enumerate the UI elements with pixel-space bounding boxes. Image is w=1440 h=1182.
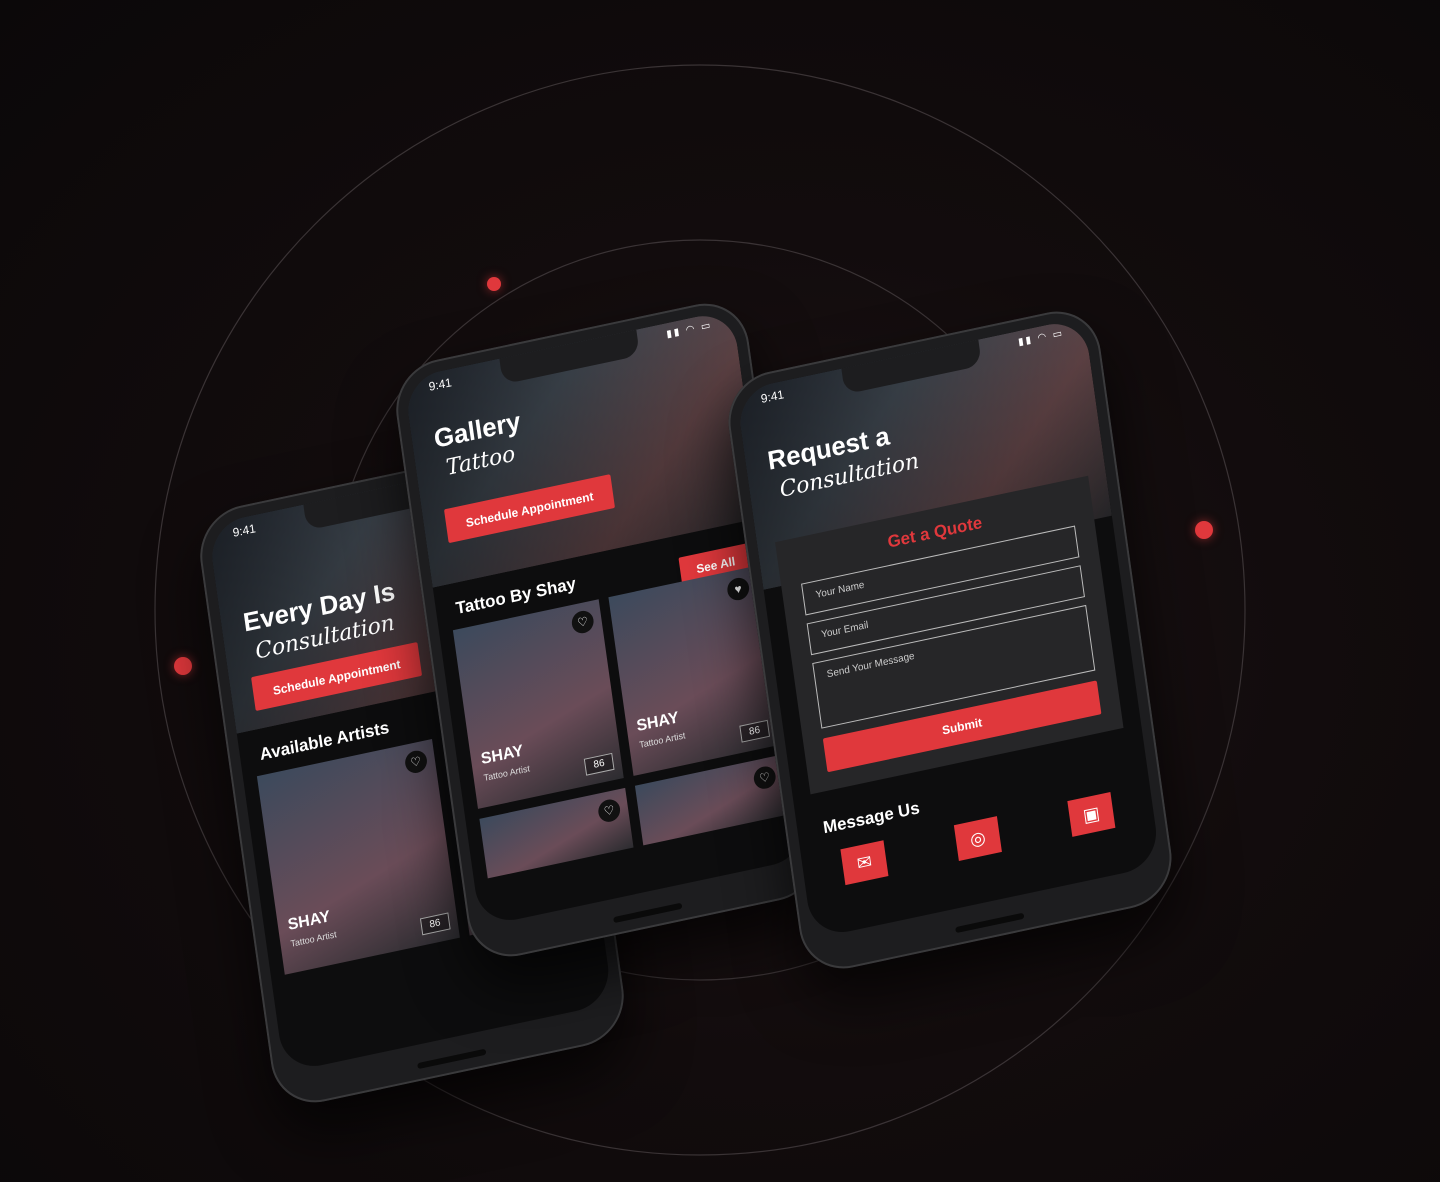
- heart-icon[interactable]: ♡: [596, 797, 622, 824]
- like-count: 86: [583, 752, 615, 776]
- orbit-dot: [487, 277, 501, 291]
- gallery-card[interactable]: ♡ SHAY Tattoo Artist 86: [452, 599, 624, 809]
- heart-icon[interactable]: ♡: [752, 764, 778, 791]
- artist-card[interactable]: ♡ SHAY Tattoo Artist 86: [256, 739, 460, 975]
- schedule-appointment-button[interactable]: Schedule Appointment: [443, 474, 616, 544]
- heart-icon[interactable]: ♡: [570, 608, 596, 636]
- instagram-icon[interactable]: ◎: [953, 816, 1002, 861]
- consultation-screen: 9:41 ▮▮ ◠ ▭ Request a Consultation Get a…: [735, 317, 1161, 940]
- orbit-dot: [174, 657, 192, 675]
- speaker: [613, 902, 683, 924]
- orbit-dot: [1195, 521, 1213, 539]
- contact-icon[interactable]: ▣: [1067, 791, 1116, 837]
- speaker: [955, 912, 1025, 934]
- messenger-icon[interactable]: ✉: [840, 840, 889, 886]
- like-count: 86: [739, 719, 771, 743]
- heart-icon[interactable]: ♡: [403, 748, 429, 776]
- like-count: 86: [419, 912, 451, 936]
- speaker: [417, 1048, 487, 1070]
- heart-icon[interactable]: ♥: [725, 575, 751, 603]
